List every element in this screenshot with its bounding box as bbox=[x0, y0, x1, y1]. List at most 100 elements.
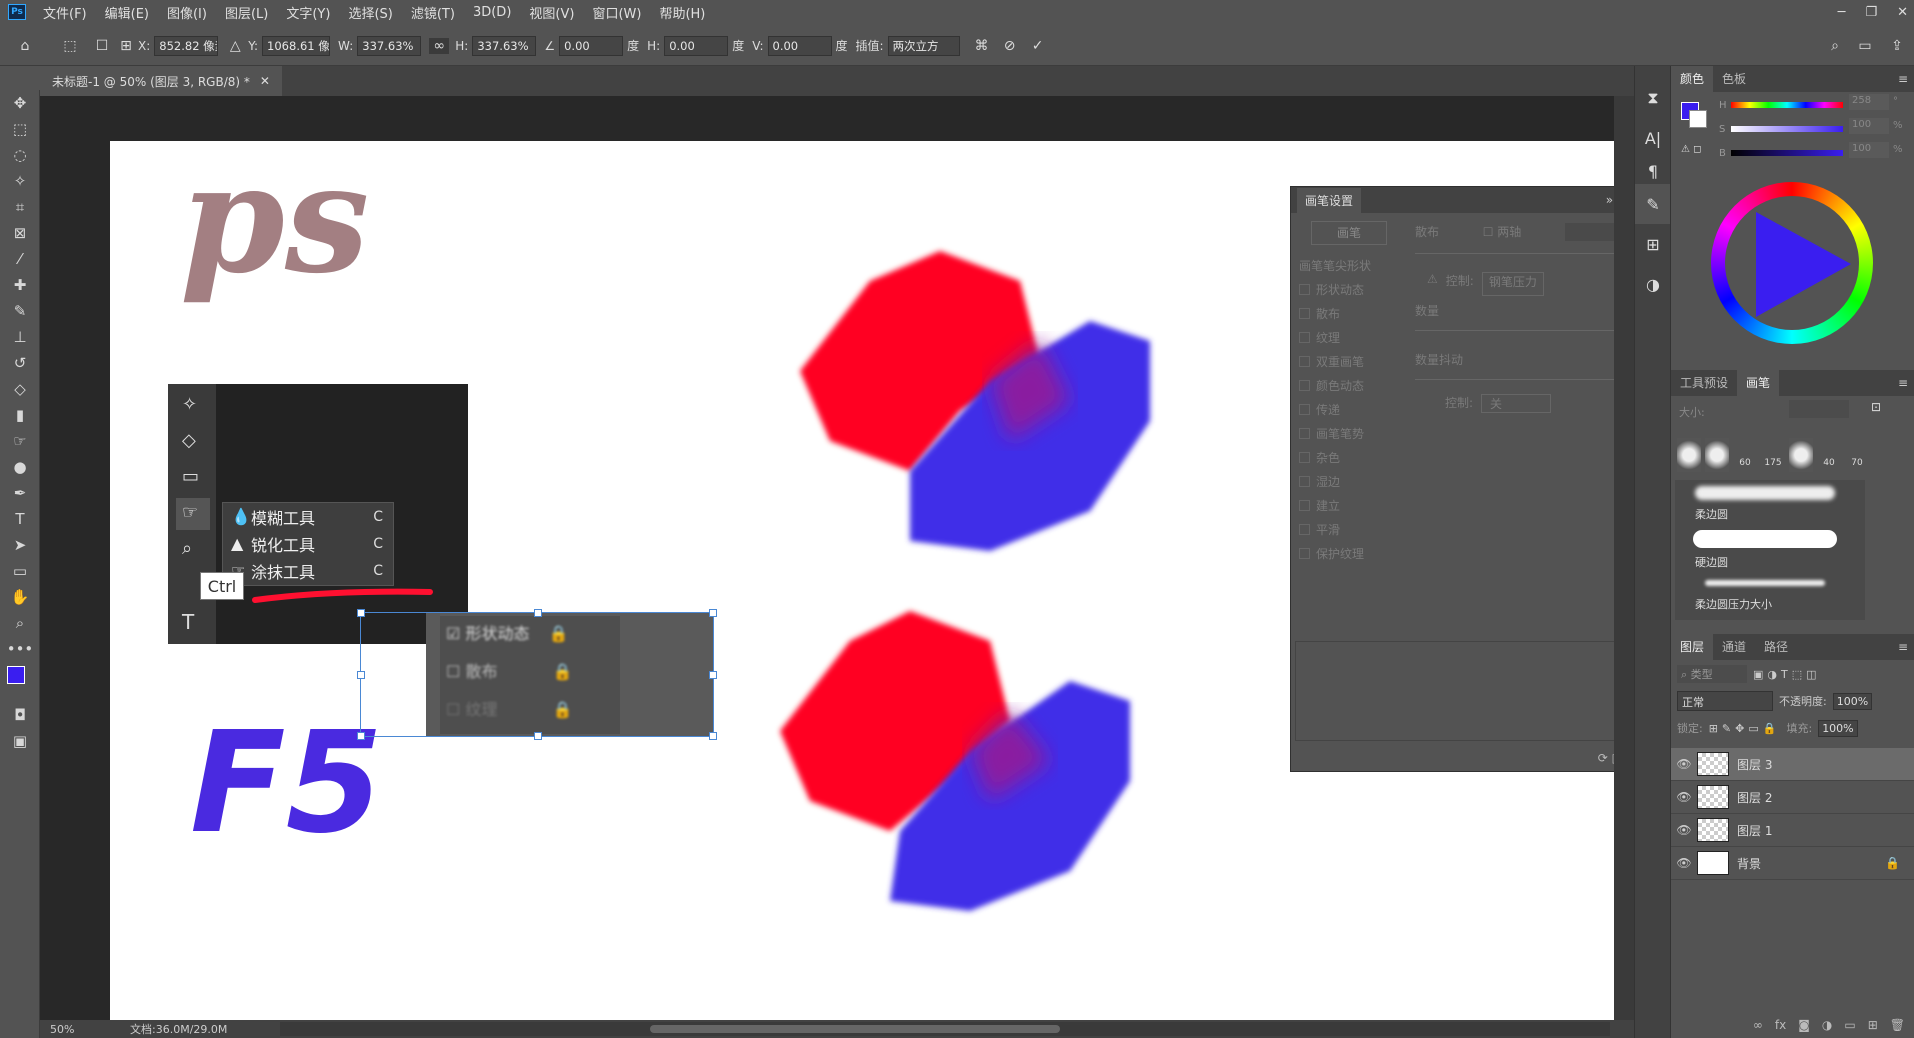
layer-row[interactable]: 👁 图层 3 bbox=[1671, 748, 1914, 781]
hskew-input[interactable]: 0.00 bbox=[664, 35, 729, 56]
bs-protect-texture[interactable]: 保护纹理 bbox=[1291, 541, 1407, 565]
smudge-tool-icon[interactable]: ☞ bbox=[0, 428, 40, 454]
layer-filter-icons[interactable]: ▣◑T⬚◫ bbox=[1753, 668, 1821, 681]
vskew-input[interactable]: 0.00 bbox=[767, 35, 832, 56]
reference-point-icon[interactable]: ⊞ bbox=[114, 38, 138, 54]
brush-tip[interactable] bbox=[1705, 438, 1729, 472]
warp-icon[interactable]: ⌘ bbox=[968, 38, 996, 54]
brush-size-input[interactable] bbox=[1789, 400, 1849, 418]
clone-stamp-tool-icon[interactable]: ⊥ bbox=[0, 324, 40, 350]
blend-mode-select[interactable]: 正常 bbox=[1677, 691, 1773, 711]
rectangle-tool-icon[interactable]: ▭ bbox=[0, 558, 40, 584]
brush-item-hard-round[interactable]: 硬边圆 bbox=[1675, 526, 1865, 572]
close-icon[interactable]: ✕ bbox=[1897, 5, 1908, 20]
reference-point-checkbox[interactable]: ☐ bbox=[90, 38, 114, 54]
bs-noise[interactable]: 杂色 bbox=[1291, 445, 1407, 469]
bs-dual-brush[interactable]: 双重画笔 bbox=[1291, 349, 1407, 373]
menu-filter[interactable]: 滤镜(T) bbox=[402, 3, 464, 22]
menu-window[interactable]: 窗口(W) bbox=[583, 3, 650, 22]
tab-layers[interactable]: 图层 bbox=[1671, 634, 1714, 660]
visibility-eye-icon[interactable]: 👁 bbox=[1671, 823, 1697, 837]
y-input[interactable]: 1068.61 像素 bbox=[262, 35, 331, 56]
tab-brushes[interactable]: 画笔 bbox=[1737, 370, 1780, 396]
zoom-tool-icon[interactable]: ⌕ bbox=[0, 610, 40, 636]
horizontal-scrollbar-thumb[interactable] bbox=[650, 1025, 1060, 1033]
close-tab-icon[interactable]: ✕ bbox=[260, 74, 270, 88]
fx-icon[interactable]: fx bbox=[1775, 1018, 1786, 1032]
menu-layer[interactable]: 图层(L) bbox=[216, 3, 277, 22]
pen-tool-icon[interactable]: ✒ bbox=[0, 480, 40, 506]
w-input[interactable]: 337.63% bbox=[357, 35, 422, 56]
opacity-input[interactable]: 100% bbox=[1832, 692, 1873, 710]
workspace-icon[interactable]: ▭ bbox=[1850, 38, 1880, 54]
transform-handle[interactable] bbox=[709, 671, 717, 679]
brush-tip[interactable] bbox=[1677, 438, 1701, 472]
bs-brush-pose[interactable]: 画笔笔势 bbox=[1291, 421, 1407, 445]
bs-smoothing[interactable]: 平滑 bbox=[1291, 517, 1407, 541]
fill-input[interactable]: 100% bbox=[1818, 719, 1858, 737]
transform-handle[interactable] bbox=[357, 609, 365, 617]
layer-row[interactable]: 👁 图层 2 bbox=[1671, 781, 1914, 814]
brightness-slider[interactable] bbox=[1731, 150, 1843, 156]
control2-select[interactable]: 关 bbox=[1481, 394, 1552, 413]
bs-build-up[interactable]: 建立 bbox=[1291, 493, 1407, 517]
transform-handle[interactable] bbox=[534, 609, 542, 617]
transform-bounding-box[interactable] bbox=[357, 609, 717, 740]
color-background-swatch[interactable] bbox=[1689, 110, 1707, 128]
link-layers-icon[interactable]: ∞ bbox=[1753, 1018, 1763, 1032]
bs-wet-edges[interactable]: 湿边 bbox=[1291, 469, 1407, 493]
gradient-tool-icon[interactable]: ▮ bbox=[0, 402, 40, 428]
both-axes-checkbox[interactable]: ☐ 两轴 bbox=[1483, 223, 1522, 247]
minimize-icon[interactable]: ─ bbox=[1838, 5, 1846, 20]
zoom-level[interactable]: 50% bbox=[40, 1023, 100, 1036]
transform-handle[interactable] bbox=[357, 671, 365, 679]
group-icon[interactable]: ▭ bbox=[1844, 1018, 1855, 1032]
foreground-color-swatch[interactable] bbox=[7, 666, 25, 684]
transform-tool-icon[interactable]: ⬚ bbox=[50, 38, 90, 54]
new-layer-icon[interactable]: ⊞ bbox=[1868, 1018, 1878, 1032]
history-panel-icon[interactable]: ⧗ bbox=[1635, 78, 1671, 118]
adjustment-layer-icon[interactable]: ◑ bbox=[1822, 1018, 1832, 1032]
menu-select[interactable]: 选择(S) bbox=[339, 3, 401, 22]
path-select-tool-icon[interactable]: ➤ bbox=[0, 532, 40, 558]
crop-tool-icon[interactable]: ⌗ bbox=[0, 194, 40, 220]
bs-color-dynamics[interactable]: 颜色动态 bbox=[1291, 373, 1407, 397]
layer-filter-select[interactable]: ⌕ 类型 bbox=[1677, 665, 1747, 683]
link-icon[interactable]: ∞ bbox=[429, 37, 450, 54]
home-icon[interactable]: ⌂ bbox=[0, 38, 50, 54]
delete-layer-icon[interactable]: 🗑 bbox=[1890, 1018, 1905, 1032]
magic-wand-tool-icon[interactable]: ✧ bbox=[0, 168, 40, 194]
brush-tip[interactable]: 60 bbox=[1733, 438, 1757, 472]
restore-icon[interactable]: ❐ bbox=[1865, 5, 1877, 20]
menu-type[interactable]: 文字(Y) bbox=[277, 3, 339, 22]
layer-row[interactable]: 👁 背景 🔒 bbox=[1671, 847, 1914, 880]
transform-handle[interactable] bbox=[534, 732, 542, 740]
search-icon[interactable]: ⌕ bbox=[1820, 38, 1850, 54]
visibility-eye-icon[interactable]: 👁 bbox=[1671, 790, 1697, 804]
brush-tip[interactable]: 175 bbox=[1761, 438, 1785, 472]
saturation-slider[interactable] bbox=[1731, 126, 1843, 132]
commit-transform-icon[interactable]: ✓ bbox=[1024, 38, 1052, 54]
brushes-button[interactable]: 画笔 bbox=[1311, 221, 1387, 245]
share-icon[interactable]: ⇪ bbox=[1880, 38, 1914, 54]
clone-source-icon[interactable]: ⊞ bbox=[1635, 224, 1671, 264]
mask-icon[interactable]: ◙ bbox=[1798, 1018, 1810, 1032]
menu-help[interactable]: 帮助(H) bbox=[650, 3, 714, 22]
control-select[interactable]: 钢笔压力 bbox=[1481, 272, 1544, 296]
cancel-transform-icon[interactable]: ⊘ bbox=[996, 38, 1024, 54]
color-triangle[interactable] bbox=[1711, 182, 1873, 344]
layer-row[interactable]: 👁 图层 1 bbox=[1671, 814, 1914, 847]
menu-3d[interactable]: 3D(D) bbox=[464, 5, 520, 20]
brush-settings-title[interactable]: 画笔设置 bbox=[1297, 187, 1362, 213]
character-panel-icon[interactable]: A| bbox=[1635, 118, 1671, 158]
menu-image[interactable]: 图像(I) bbox=[158, 3, 216, 22]
history-brush-tool-icon[interactable]: ↺ bbox=[0, 350, 40, 376]
vertical-scrollbar[interactable] bbox=[1614, 96, 1634, 1020]
brush-tip[interactable] bbox=[1789, 438, 1813, 472]
transform-handle[interactable] bbox=[357, 732, 365, 740]
quick-mask-icon[interactable]: ◘ bbox=[0, 702, 40, 728]
angle-input[interactable]: 0.00 bbox=[559, 35, 624, 56]
hand-tool-icon[interactable]: ✋ bbox=[0, 584, 40, 610]
flyout-blur-tool[interactable]: 💧 模糊工具 C bbox=[223, 503, 393, 530]
tab-color[interactable]: 颜色 bbox=[1671, 66, 1714, 92]
